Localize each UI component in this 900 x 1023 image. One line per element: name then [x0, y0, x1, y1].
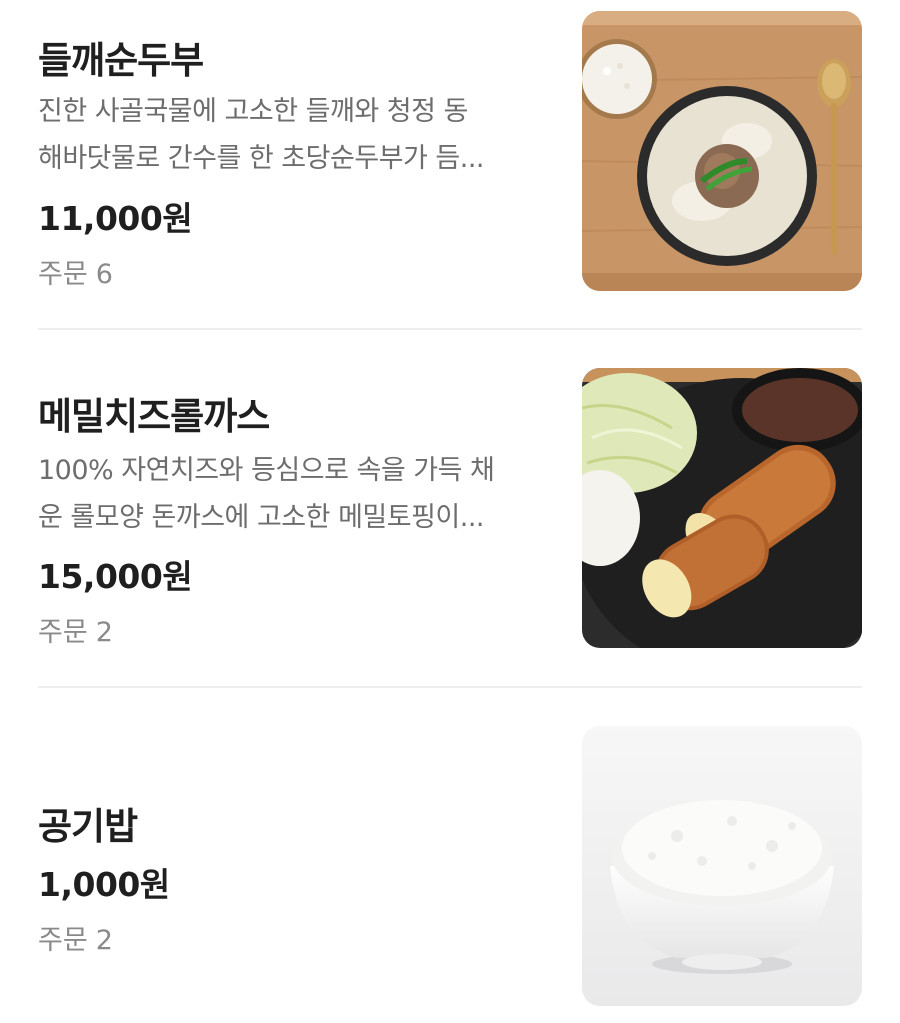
menu-item-description: 진한 사골국물에 고소한 들깨와 청정 동 해바닷물로 간수를 한 초당순두부가… — [38, 88, 538, 182]
menu-item-perilla-tofu[interactable]: 들깨순두부 진한 사골국물에 고소한 들깨와 청정 동 해바닷물로 간수를 한 … — [0, 0, 900, 330]
menu-item-price: 11,000원 — [38, 199, 193, 238]
menu-item-name: 들깨순두부 — [38, 39, 204, 82]
description-line: 100% 자연치즈와 등심으로 속을 가득 채 — [38, 455, 495, 486]
order-label: 주문 — [38, 617, 88, 648]
menu-item-name: 공기밥 — [38, 805, 138, 848]
order-label: 주문 — [38, 259, 88, 290]
order-count-value: 6 — [95, 259, 113, 290]
menu-item-price: 15,000원 — [38, 557, 193, 596]
menu-item-order-count: 주문 2 — [38, 610, 113, 649]
menu-item-rice-bowl[interactable]: 공기밥 1,000원 주문 2 — [0, 688, 900, 1023]
menu-item-image[interactable] — [582, 11, 862, 291]
menu-item-description: 100% 자연치즈와 등심으로 속을 가득 채 운 롤모양 돈까스에 고소한 메… — [38, 447, 538, 541]
menu-item-price: 1,000원 — [38, 865, 170, 904]
menu-item-order-count: 주문 2 — [38, 918, 113, 957]
perilla-soft-tofu-soup-photo — [582, 11, 862, 291]
description-line: 진한 사골국물에 고소한 들깨와 청정 동 — [38, 96, 468, 127]
description-line: 해바닷물로 간수를 한 초당순두부가 듬... — [38, 143, 485, 174]
order-label: 주문 — [38, 925, 88, 956]
menu-item-image[interactable] — [582, 368, 862, 648]
menu-item-order-count: 주문 6 — [38, 252, 113, 291]
menu-list: 들깨순두부 진한 사골국물에 고소한 들깨와 청정 동 해바닷물로 간수를 한 … — [0, 0, 900, 1023]
menu-item-cheese-roll-cutlet[interactable]: 메밀치즈롤까스 100% 자연치즈와 등심으로 속을 가득 채 운 롤모양 돈까… — [0, 330, 900, 688]
order-count-value: 2 — [95, 617, 113, 648]
description-line: 운 롤모양 돈까스에 고소한 메밀토핑이... — [38, 502, 485, 533]
menu-item-image[interactable] — [582, 726, 862, 1006]
bowl-of-rice-photo — [582, 726, 862, 1006]
order-count-value: 2 — [95, 925, 113, 956]
buckwheat-cheese-roll-cutlet-photo — [582, 368, 862, 648]
menu-item-name: 메밀치즈롤까스 — [38, 395, 270, 438]
